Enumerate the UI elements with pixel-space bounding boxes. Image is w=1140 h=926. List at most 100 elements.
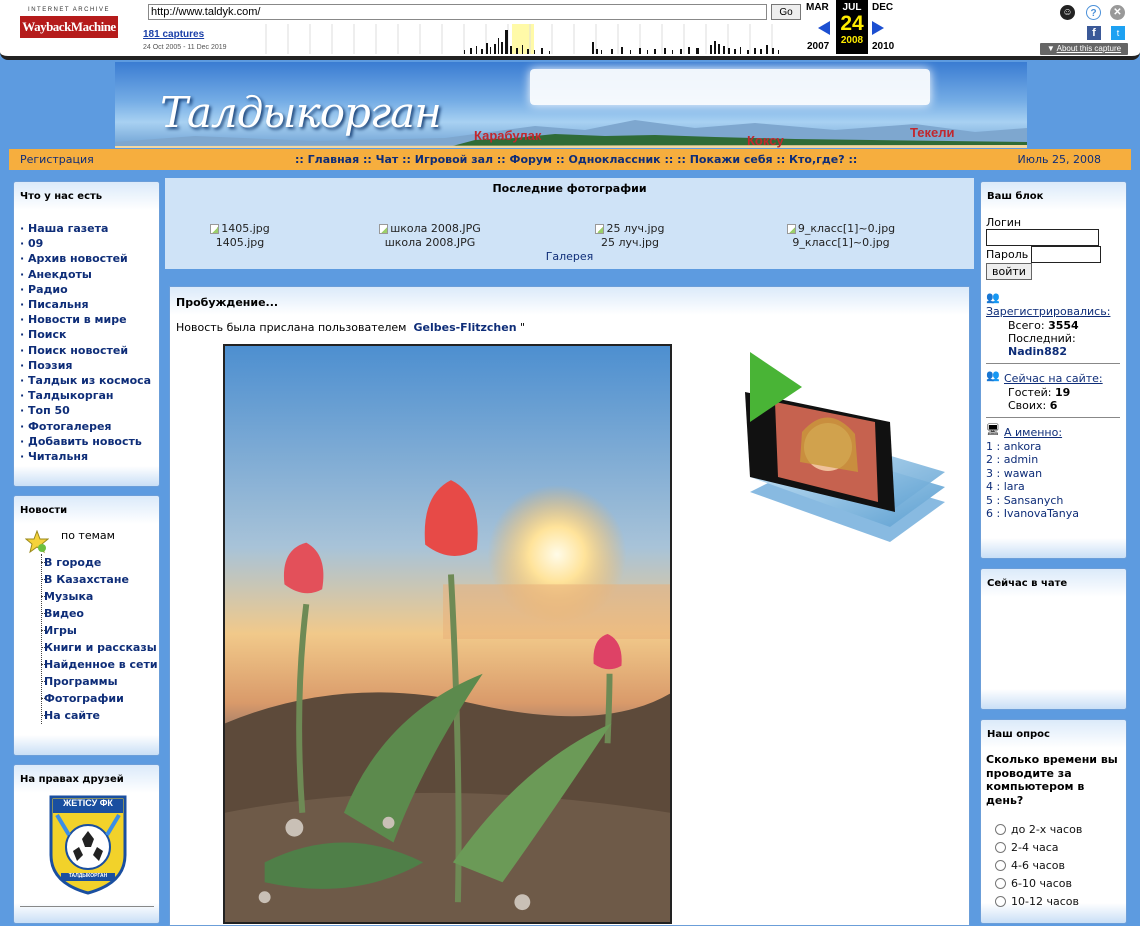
- broken-image-icon: [379, 224, 389, 234]
- last-user-link[interactable]: Nadin882: [1008, 345, 1067, 358]
- zhetysu-fc-logo[interactable]: [49, 795, 127, 895]
- registered-link[interactable]: Зарегистрировались:: [986, 305, 1110, 318]
- gallery-thumb[interactable]: 9_класс[1]~0.jpg 9_класс[1]~0.jpg: [781, 222, 901, 250]
- register-link[interactable]: Регистрация: [20, 153, 94, 166]
- site-logo[interactable]: Талдыкорган: [160, 88, 442, 137]
- star-icon: [25, 530, 49, 554]
- online-user-link[interactable]: 2 : admin: [986, 453, 1079, 466]
- wayback-go-button[interactable]: Go: [771, 4, 801, 20]
- video-player-icon[interactable]: [740, 352, 950, 552]
- about-capture-button[interactable]: ▼ About this capture: [1040, 43, 1128, 55]
- wayback-prev-year[interactable]: 2007: [807, 41, 829, 52]
- left-menu-item[interactable]: · Поиск: [14, 327, 159, 342]
- poll-option[interactable]: до 2-х часов: [995, 823, 1082, 836]
- banner-town-1: Карабулак: [474, 128, 542, 143]
- online-link[interactable]: Сейчас на сайте:: [1004, 372, 1103, 385]
- radio-button[interactable]: [995, 824, 1006, 835]
- left-menu-item[interactable]: · Поиск новостей: [14, 343, 159, 358]
- online-user-link[interactable]: 4 : lara: [986, 480, 1079, 493]
- left-menu-item[interactable]: · Читальня: [14, 449, 159, 464]
- left-menu-item-label: Анекдоты: [28, 267, 92, 281]
- left-menu-item[interactable]: · 09: [14, 236, 159, 251]
- radio-button[interactable]: [995, 896, 1006, 907]
- wayback-prev-arrow-icon[interactable]: [818, 21, 830, 35]
- wayback-next-month[interactable]: DEC: [872, 2, 893, 13]
- news-topic-link[interactable]: Музыка: [41, 588, 158, 605]
- news-topic-link[interactable]: В Казахстане: [41, 571, 158, 588]
- broken-image-icon: [595, 224, 605, 234]
- login-input[interactable]: [986, 229, 1099, 246]
- article-author-link[interactable]: Gelbes-Flitzchen: [413, 321, 516, 334]
- gallery-thumb[interactable]: 25 луч.jpg 25 луч.jpg: [590, 222, 670, 250]
- left-menu-item[interactable]: · Топ 50: [14, 403, 159, 418]
- radio-button[interactable]: [995, 878, 1006, 889]
- poll-option[interactable]: 4-6 часов: [995, 859, 1065, 872]
- left-menu-item-label: Новости в мире: [28, 313, 127, 327]
- news-topic-link[interactable]: Видео: [41, 605, 158, 622]
- wayback-current-day: 24: [840, 12, 864, 35]
- total-users: Всего: 3554: [1008, 319, 1079, 332]
- friends-title: На правах друзей: [20, 774, 124, 785]
- bullet-icon: ·: [20, 328, 29, 342]
- members-label: Своих:: [1008, 399, 1047, 412]
- left-menu-item[interactable]: · Фотогалерея: [14, 419, 159, 434]
- left-menu-item[interactable]: · Анекдоты: [14, 267, 159, 282]
- poll-option[interactable]: 2-4 часа: [995, 841, 1059, 854]
- poll-option-label: 6-10 часов: [1011, 877, 1072, 890]
- left-menu-item[interactable]: · Писальня: [14, 297, 159, 312]
- wayback-prev-month[interactable]: MAR: [806, 2, 829, 13]
- names-link[interactable]: А именно:: [1004, 426, 1062, 439]
- gallery-thumb[interactable]: школа 2008.JPG школа 2008.JPG: [375, 222, 485, 250]
- left-menu-item[interactable]: · Новости в мире: [14, 312, 159, 327]
- wayback-next-year[interactable]: 2010: [872, 41, 894, 52]
- bullet-icon: ·: [20, 313, 29, 327]
- online-user-link[interactable]: 1 : ankora: [986, 440, 1079, 453]
- bullet-icon: ·: [20, 298, 29, 312]
- news-topic-link[interactable]: Найденное в сети: [41, 656, 158, 673]
- gallery-thumb-caption: 9_класс[1]~0.jpg: [792, 236, 890, 249]
- article-title[interactable]: Пробуждение...: [170, 287, 969, 315]
- online-user-link[interactable]: 5 : Sansanych: [986, 494, 1079, 507]
- left-menu-item-label: 09: [28, 237, 44, 251]
- online-user-link[interactable]: 3 : wawan: [986, 467, 1079, 480]
- news-topic-link[interactable]: Игры: [41, 622, 158, 639]
- gallery-thumb-alt: 1405.jpg: [221, 222, 270, 235]
- twitter-icon[interactable]: t: [1111, 26, 1125, 40]
- news-topic-link[interactable]: Фотографии: [41, 690, 158, 707]
- left-menu-item[interactable]: · Архив новостей: [14, 251, 159, 266]
- user-icon[interactable]: ☺: [1060, 5, 1075, 20]
- wayback-captures-link[interactable]: 181 captures: [143, 29, 204, 40]
- wayback-next-arrow-icon[interactable]: [872, 21, 884, 35]
- news-topic-link[interactable]: Книги и рассказы: [41, 639, 158, 656]
- close-icon[interactable]: ✕: [1110, 5, 1125, 20]
- left-menu-item[interactable]: · Талдыкорган: [14, 388, 159, 403]
- main-nav-links[interactable]: :: Главная :: Чат :: Игровой зал :: Фору…: [295, 153, 857, 166]
- wayback-sparkline[interactable]: [244, 24, 802, 54]
- left-menu-item[interactable]: · Талдык из космоса: [14, 373, 159, 388]
- left-menu-item[interactable]: · Добавить новость: [14, 434, 159, 449]
- poll-option[interactable]: 10-12 часов: [995, 895, 1079, 908]
- left-menu-item[interactable]: · Наша газета: [14, 221, 159, 236]
- left-menu-item[interactable]: · Радио: [14, 282, 159, 297]
- radio-button[interactable]: [995, 860, 1006, 871]
- facebook-icon[interactable]: f: [1087, 26, 1101, 40]
- wayback-url-input[interactable]: [148, 4, 767, 20]
- bullet-icon: ·: [20, 222, 29, 235]
- gallery-link[interactable]: Галерея: [165, 250, 974, 263]
- wayback-logo[interactable]: INTERNET ARCHIVE WaybackMachine: [20, 7, 118, 49]
- online-user-link[interactable]: 6 : IvanovaTanya: [986, 507, 1079, 520]
- password-input[interactable]: [1031, 246, 1101, 263]
- help-icon[interactable]: ?: [1086, 5, 1101, 20]
- gallery-thumb[interactable]: 1405.jpg 1405.jpg: [205, 222, 275, 250]
- friends-panel: На правах друзей ЖЕТІСУ ФК ТАЛДЫКОРГАН: [13, 764, 160, 924]
- wayback-current-date: JUL 24 2008: [836, 0, 868, 54]
- left-menu-item[interactable]: · Поэзия: [14, 358, 159, 373]
- radio-button[interactable]: [995, 842, 1006, 853]
- poll-option[interactable]: 6-10 часов: [995, 877, 1072, 890]
- login-button[interactable]: войти: [986, 263, 1032, 280]
- left-menu-item-label: Фотогалерея: [28, 419, 112, 433]
- news-topic-link[interactable]: В городе: [41, 554, 158, 571]
- divider: [986, 417, 1120, 418]
- news-topic-link[interactable]: Программы: [41, 673, 158, 690]
- news-topic-link[interactable]: На сайте: [41, 707, 158, 724]
